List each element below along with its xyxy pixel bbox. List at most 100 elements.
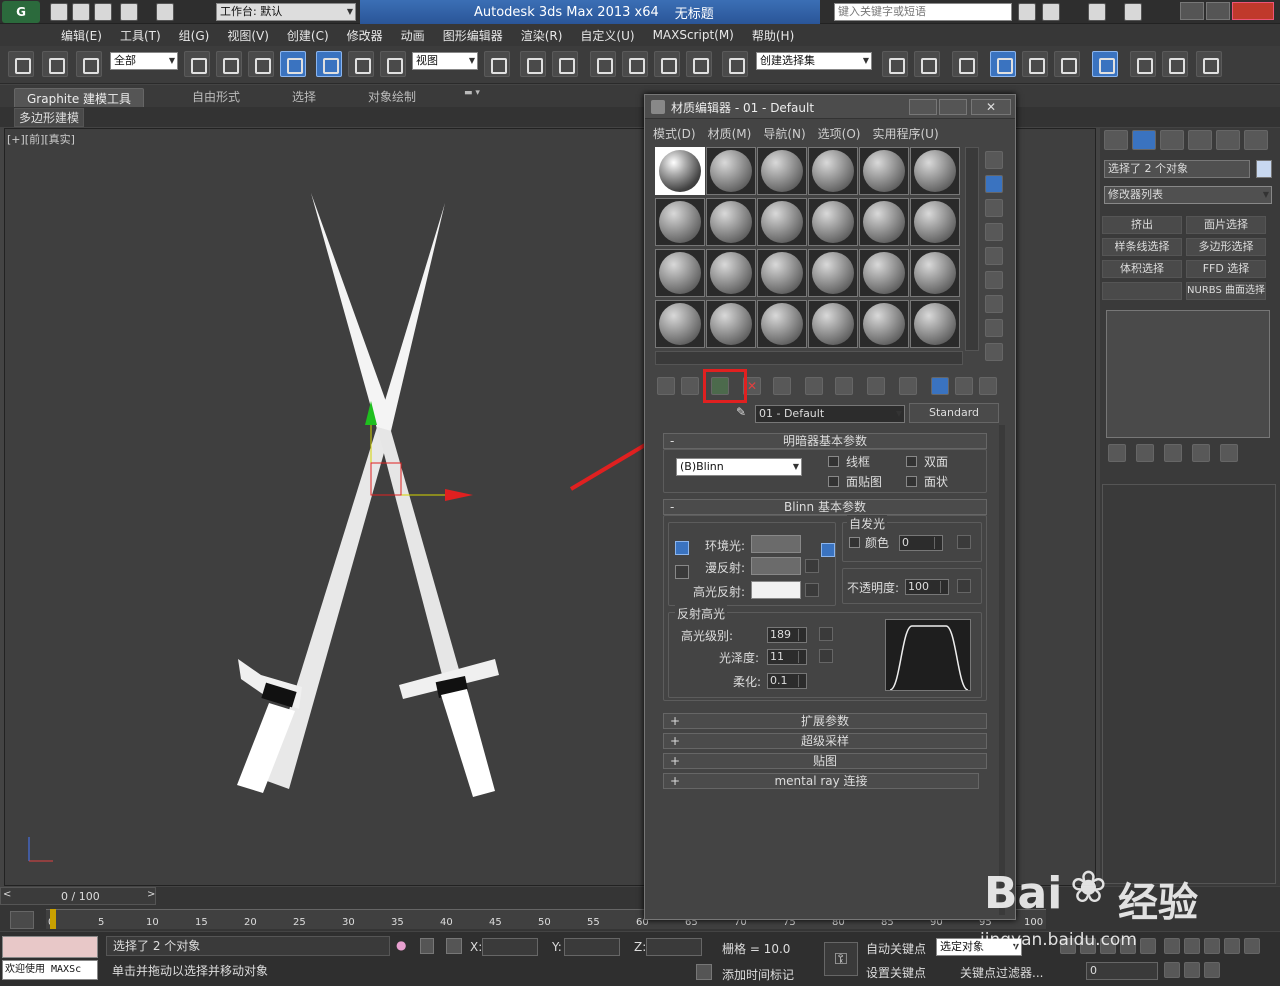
sample-slot[interactable] <box>808 198 858 246</box>
sword-right[interactable] <box>377 203 499 797</box>
modifier-stack[interactable] <box>1106 310 1270 438</box>
maxscript-listener-color[interactable] <box>2 936 98 958</box>
self-illum-color-checkbox[interactable] <box>849 537 860 548</box>
two-sided-checkbox[interactable] <box>906 456 917 467</box>
tab-freeform[interactable]: 自由形式 <box>192 88 240 105</box>
make-preview-icon[interactable] <box>985 271 1003 289</box>
go-forward-sibling-icon[interactable] <box>979 377 997 395</box>
keyboard-shortcut-icon[interactable] <box>552 51 578 77</box>
put-to-scene-icon[interactable] <box>681 377 699 395</box>
frame-field[interactable]: 0 <box>1086 962 1158 980</box>
tab-selection[interactable]: 选择 <box>292 88 316 105</box>
workspace-select[interactable]: 工作台: 默认 <box>216 3 356 21</box>
nurbs-surface-select-button[interactable]: NURBS 曲面选择 <box>1186 282 1266 300</box>
object-color-swatch[interactable] <box>1256 160 1272 178</box>
specular-map-button[interactable] <box>805 583 819 597</box>
edit-named-sel-icon[interactable] <box>722 51 748 77</box>
sample-slot[interactable] <box>859 300 909 348</box>
time-tag-icon[interactable] <box>696 964 712 980</box>
extended-params-rollout[interactable]: + 扩展参数 <box>663 713 987 729</box>
lock-selection-icon[interactable] <box>420 938 434 954</box>
polygon-modeling-label[interactable]: 多边形建模 <box>14 108 85 127</box>
close-button[interactable] <box>1232 2 1274 20</box>
layer-manager-icon[interactable] <box>952 51 978 77</box>
restore-button[interactable] <box>1206 2 1230 20</box>
menu-rendering[interactable]: 渲染(R) <box>512 27 572 44</box>
material-name-field[interactable]: 01 - Default <box>755 405 905 423</box>
poly-select-button[interactable]: 多边形选择 <box>1186 238 1266 256</box>
select-by-material-icon[interactable] <box>985 319 1003 337</box>
show-shaded-in-viewport-icon[interactable] <box>899 377 917 395</box>
opacity-map-button[interactable] <box>957 579 971 593</box>
time-slider-next[interactable]: > <box>147 889 155 900</box>
ribbon-options-icon[interactable]: ▬ ▾ <box>464 88 480 98</box>
sample-slot[interactable] <box>808 147 858 195</box>
select-move-icon[interactable] <box>316 51 342 77</box>
mental-ray-rollout[interactable]: + mental ray 连接 <box>663 773 979 789</box>
minimize-button[interactable] <box>1180 2 1204 20</box>
soften-spinner[interactable]: 0.1 <box>767 673 807 689</box>
sample-slot[interactable] <box>757 249 807 297</box>
ffd-select-button[interactable]: FFD 选择 <box>1186 260 1266 278</box>
ref-coord-select[interactable]: 视图 <box>412 52 478 70</box>
named-selection-select[interactable]: 创建选择集 <box>756 52 872 70</box>
patch-select-button[interactable]: 面片选择 <box>1186 216 1266 234</box>
sample-slot[interactable] <box>859 147 909 195</box>
bind-space-warp-icon[interactable] <box>76 51 102 77</box>
me-maximize-button[interactable] <box>939 99 967 115</box>
auto-key-button[interactable]: 自动关键点 <box>866 940 926 957</box>
volume-select-button[interactable]: 体积选择 <box>1102 260 1182 278</box>
pin-stack-icon[interactable] <box>1108 444 1126 462</box>
align-icon[interactable] <box>914 51 940 77</box>
render-production-icon[interactable] <box>1196 51 1222 77</box>
diffuse-map-button[interactable] <box>805 559 819 573</box>
me-menu-modes[interactable]: 模式(D) <box>653 125 696 142</box>
remove-modifier-icon[interactable] <box>1192 444 1210 462</box>
go-to-parent-icon[interactable] <box>955 377 973 395</box>
modify-tab-icon[interactable] <box>1132 130 1156 150</box>
me-menu-material[interactable]: 材质(M) <box>708 125 752 142</box>
menu-view[interactable]: 视图(V) <box>218 27 278 44</box>
menu-tools[interactable]: 工具(T) <box>111 27 170 44</box>
x-coord-field[interactable] <box>482 938 538 956</box>
show-end-result-me-icon[interactable] <box>931 377 949 395</box>
menu-edit[interactable]: 编辑(E) <box>52 27 111 44</box>
select-rotate-icon[interactable] <box>348 51 374 77</box>
select-by-name-icon[interactable] <box>216 51 242 77</box>
sample-slot[interactable] <box>757 300 807 348</box>
hierarchy-tab-icon[interactable] <box>1160 130 1184 150</box>
sample-slot[interactable] <box>655 249 705 297</box>
z-coord-field[interactable] <box>646 938 702 956</box>
material-map-navigator-icon[interactable] <box>985 343 1003 361</box>
sample-slot[interactable] <box>859 198 909 246</box>
sample-slot[interactable] <box>706 198 756 246</box>
backlight-icon[interactable] <box>985 175 1003 193</box>
material-type-button[interactable]: Standard <box>909 403 999 423</box>
sample-slot[interactable] <box>706 147 756 195</box>
menu-create[interactable]: 创建(C) <box>278 27 338 44</box>
add-time-tag[interactable]: 添加时间标记 <box>722 966 794 983</box>
app-logo-icon[interactable]: G <box>2 1 40 23</box>
options-icon[interactable] <box>985 295 1003 313</box>
save-file-icon[interactable] <box>94 3 112 21</box>
tab-object-paint[interactable]: 对象绘制 <box>368 88 416 105</box>
motion-tab-icon[interactable] <box>1188 130 1212 150</box>
sample-slot[interactable] <box>910 147 960 195</box>
make-unique-material-icon[interactable] <box>805 377 823 395</box>
opacity-spinner[interactable]: 100 <box>905 579 949 595</box>
undo-icon[interactable] <box>120 3 138 21</box>
key-icon[interactable] <box>1042 3 1060 21</box>
ambient-swatch[interactable] <box>751 535 801 553</box>
self-illum-spinner[interactable]: 0 <box>899 535 943 551</box>
put-to-library-icon[interactable] <box>835 377 853 395</box>
sample-slot[interactable] <box>706 300 756 348</box>
sample-slot[interactable] <box>910 300 960 348</box>
mini-curve-icon[interactable] <box>10 911 34 929</box>
mirror-icon[interactable] <box>882 51 908 77</box>
configure-sets-icon[interactable] <box>1220 444 1238 462</box>
render-frame-icon[interactable] <box>1162 51 1188 77</box>
selection-name-field[interactable]: 选择了 2 个对象 <box>1104 160 1250 178</box>
pivot-center-icon[interactable] <box>484 51 510 77</box>
glossiness-map-button[interactable] <box>819 649 833 663</box>
menu-group[interactable]: 组(G) <box>170 27 219 44</box>
